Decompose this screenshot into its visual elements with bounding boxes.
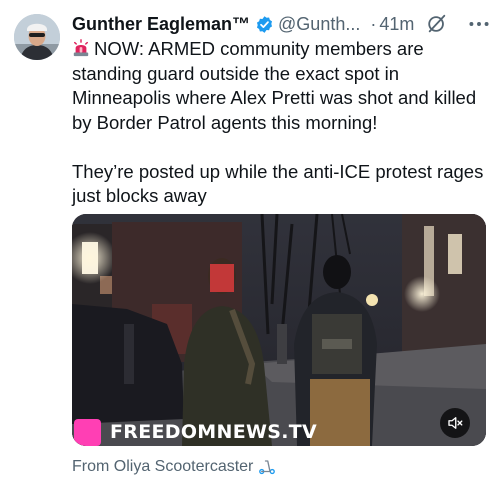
scooter-icon [259,460,276,475]
mute-button[interactable] [440,408,470,438]
watermark-text: FREEDOMNEWS.TV [110,421,318,443]
source-label[interactable]: From Oliya Scootercaster [72,458,253,476]
tweet-paragraph-2: They’re posted up while the anti-ICE pro… [72,160,484,207]
more-options-icon[interactable] [466,11,492,37]
profile-photo-icon [14,14,60,60]
tweet[interactable]: Gunther Eagleman™ @Gunth... · 41m NOW: A… [0,0,500,485]
tweet-timestamp[interactable]: 41m [379,14,414,35]
speaker-muted-icon [448,417,463,429]
tweet-text: NOW: ARMED community members are standin… [72,37,490,209]
tweet-paragraph-1: NOW: ARMED community members are standin… [72,37,490,135]
avatar[interactable] [14,14,60,60]
source-attribution[interactable]: From Oliya Scootercaster [72,458,276,476]
header-separator: · [370,13,377,34]
tweet-paragraph-1-text: NOW: ARMED community members are standin… [72,38,477,133]
author-handle[interactable]: @Gunth... [278,14,360,35]
tweet-header: Gunther Eagleman™ @Gunth... · 41m [72,12,492,36]
video-player[interactable]: FREEDOMNEWS.TV [72,214,486,446]
grok-icon[interactable] [426,13,448,35]
watermark-logo-icon [74,418,101,446]
siren-icon [73,39,89,57]
verified-badge-icon [257,15,273,33]
video-frame [72,214,486,446]
video-watermark: FREEDOMNEWS.TV [74,417,317,446]
author-display-name[interactable]: Gunther Eagleman™ [72,14,250,35]
